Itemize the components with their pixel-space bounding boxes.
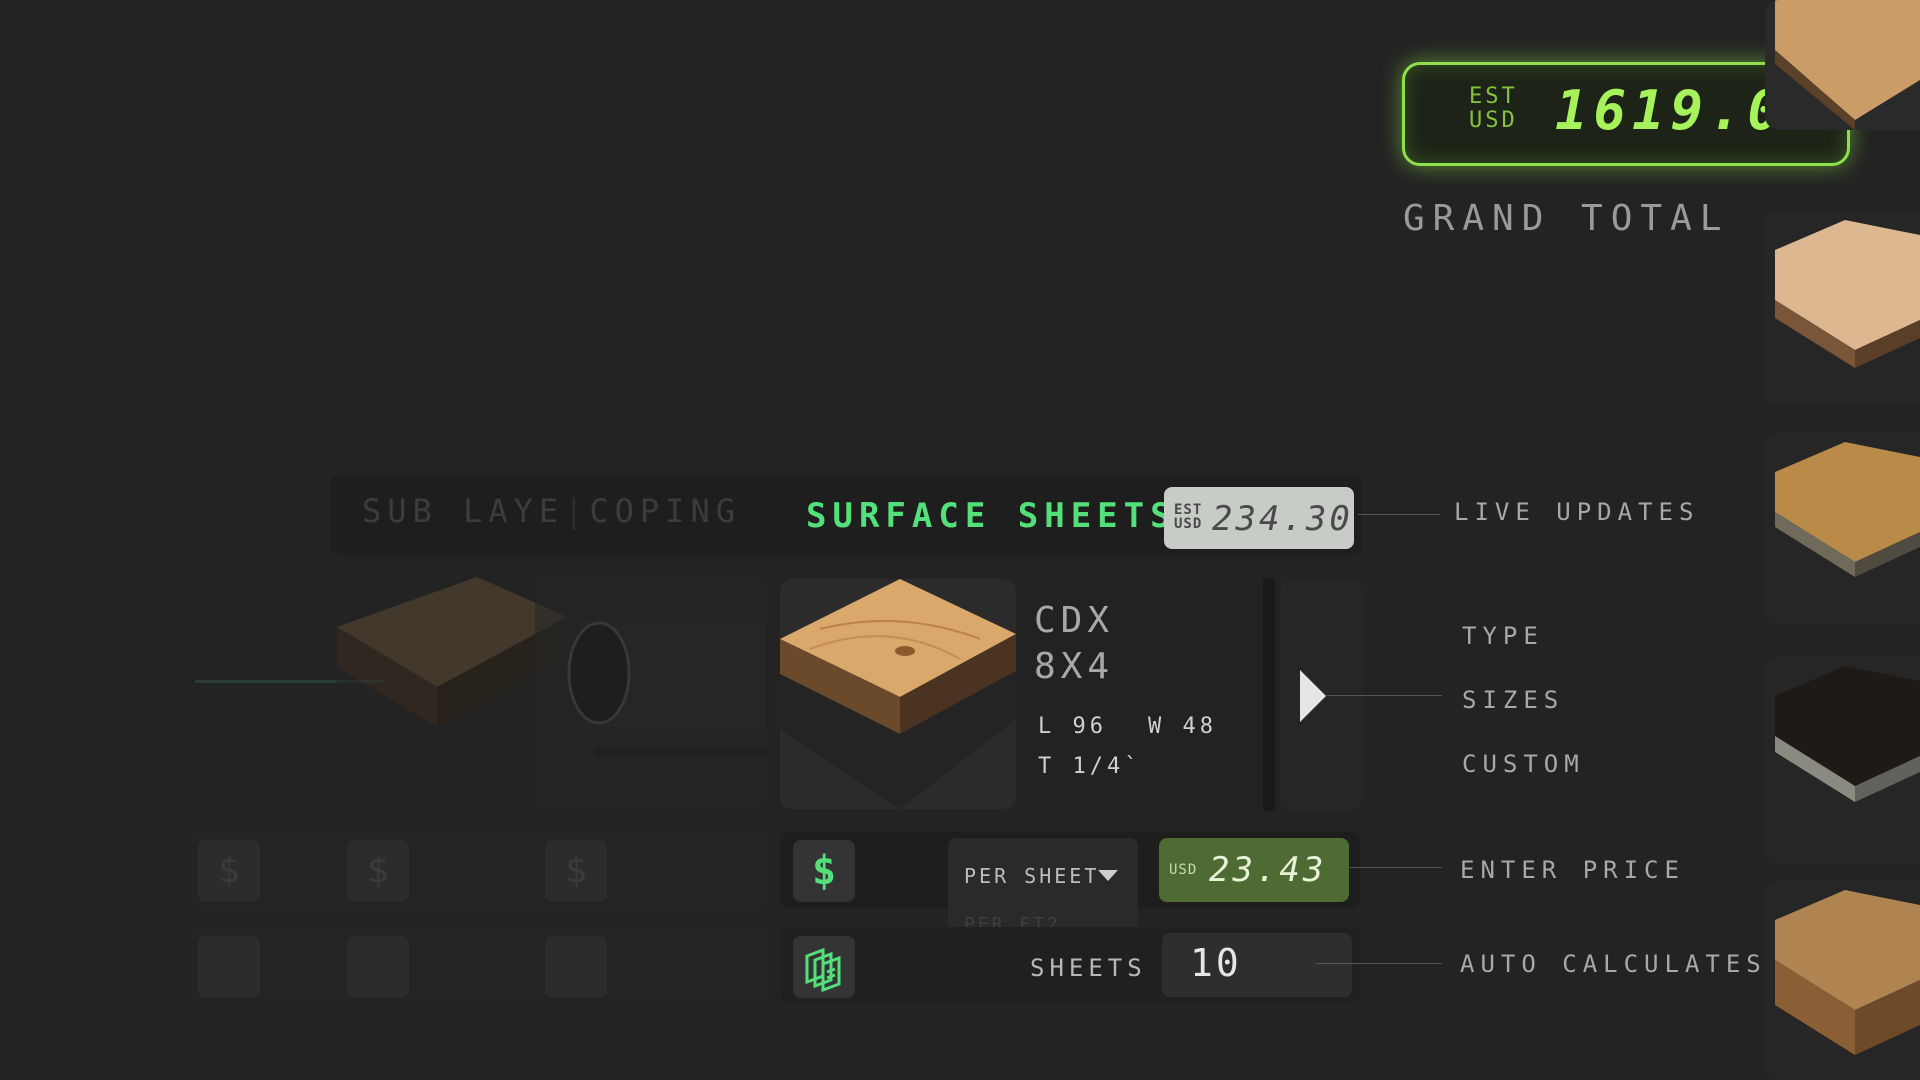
price-currency-label: USD	[1169, 862, 1198, 878]
material-swatch-osb[interactable]	[1765, 432, 1920, 624]
ghost-sheets-button	[198, 936, 260, 998]
price-input[interactable]: USD 23.43	[1159, 838, 1349, 902]
ghost-dollar-button: $	[347, 840, 409, 902]
grand-total-est-label: EST USD	[1469, 84, 1518, 133]
annotation-line	[1358, 514, 1440, 515]
annotation-sizes: SIZES	[1462, 686, 1565, 714]
material-swatch-plywood[interactable]	[1765, 0, 1920, 130]
product-type-name: CDX 8X4	[1034, 600, 1115, 687]
sheets-label: SHEETS	[1030, 954, 1147, 982]
material-swatch-hardboard[interactable]	[1765, 880, 1920, 1080]
tab-coping-label: COPING	[589, 492, 741, 530]
black-board-sheet-icon	[1775, 666, 1920, 802]
dollar-icon[interactable]: $	[793, 840, 855, 902]
live-total-value: 234.30	[1212, 499, 1353, 539]
price-value: 23.43	[1209, 850, 1327, 890]
price-unit-selected: PER SHEET	[964, 864, 1100, 888]
annotation-line	[1350, 867, 1442, 868]
chevron-down-icon	[1098, 870, 1118, 881]
osb-sheet-icon	[1775, 442, 1920, 577]
product-width: W 48	[1148, 714, 1217, 739]
sheets-stack-icon	[805, 947, 841, 993]
annotation-live-updates: LIVE UPDATES	[1454, 498, 1700, 526]
tab-sub-layer-coping[interactable]: SUB LAYE|COPING	[362, 492, 741, 530]
sheets-count-input[interactable]: 10	[1162, 933, 1352, 997]
annotation-type: TYPE	[1462, 622, 1544, 650]
grand-total-label: GRAND TOTAL	[1403, 198, 1730, 239]
annotation-line	[1326, 695, 1442, 696]
sheets-count-value: 10	[1190, 941, 1242, 985]
ghost-price-row	[190, 832, 770, 908]
ghost-dollar-button: $	[198, 840, 260, 902]
ghost-dollar-button: $	[545, 840, 607, 902]
product-length: L 96	[1038, 714, 1107, 739]
live-total-display: EST USD 234.30	[1164, 487, 1354, 549]
ghost-sheets-button	[545, 936, 607, 998]
tab-surface-sheets[interactable]: SURFACE SHEETS	[806, 496, 1177, 536]
plywood-sheet-icon	[780, 579, 1016, 809]
plywood-sheet-icon	[1775, 0, 1920, 130]
annotation-auto-calculates: AUTO CALCULATES	[1460, 950, 1767, 978]
ghost-sheets-button	[347, 936, 409, 998]
sheets-button[interactable]	[793, 936, 855, 998]
annotation-line	[1316, 963, 1442, 964]
material-card-plywood-selected[interactable]	[780, 579, 1016, 809]
plywood-sheet-icon	[337, 577, 567, 727]
product-thickness: T 1/4`	[1038, 754, 1142, 779]
birch-sheet-icon	[1775, 220, 1920, 368]
material-swatch-birch[interactable]	[1765, 210, 1920, 405]
detail-divider	[1263, 579, 1275, 811]
material-card-coping-pipe[interactable]	[535, 577, 765, 807]
tab-sub-layer-label: SUB LAYE	[362, 492, 565, 530]
ghost-sheets-row	[190, 927, 770, 1003]
annotation-custom: CUSTOM	[1462, 750, 1585, 778]
pipe-icon	[567, 621, 765, 757]
material-swatch-black-board[interactable]	[1765, 656, 1920, 864]
next-arrow-icon	[1300, 670, 1326, 722]
annotation-enter-price: ENTER PRICE	[1460, 856, 1685, 884]
live-total-est-label: EST USD	[1174, 502, 1203, 532]
material-card-plywood-dim[interactable]	[337, 577, 567, 807]
hardboard-sheet-icon	[1775, 890, 1920, 1055]
